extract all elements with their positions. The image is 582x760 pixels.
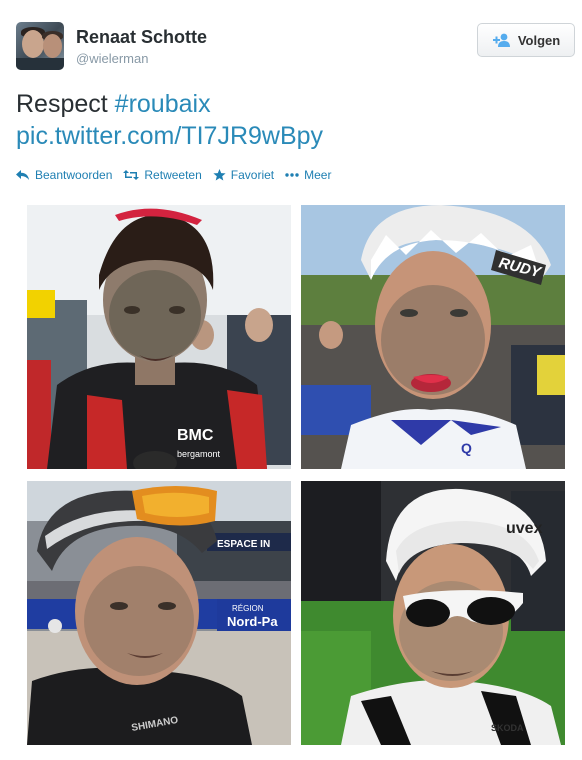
tweet-card: Renaat Schotte @wielerman Volgen Respect… bbox=[0, 0, 582, 760]
photo-2-jersey-text: Q bbox=[461, 440, 472, 456]
photo-1-jersey-text: BMC bbox=[177, 427, 214, 444]
add-person-icon bbox=[492, 33, 510, 47]
photo-4-helmet-text: uvex bbox=[506, 520, 543, 537]
photo-4-jersey-text: SKODA bbox=[491, 723, 524, 733]
user-avatar[interactable] bbox=[16, 22, 64, 70]
reply-icon bbox=[16, 170, 29, 180]
photo-1[interactable]: BMC bergamont bbox=[27, 205, 291, 469]
media-link[interactable]: pic.twitter.com/TI7JR9wBpy bbox=[16, 122, 323, 150]
retweet-label: Retweeten bbox=[144, 168, 202, 182]
follow-button[interactable]: Volgen bbox=[477, 23, 575, 57]
avatar-shirt bbox=[16, 58, 64, 70]
reply-label: Beantwoorden bbox=[35, 168, 113, 182]
photo-3-sign-text: ESPACE IN bbox=[217, 539, 270, 550]
photo-2-image: RUDY Q bbox=[301, 205, 565, 469]
photo-2[interactable]: RUDY Q bbox=[301, 205, 565, 469]
more-action[interactable]: Meer bbox=[285, 168, 331, 182]
follow-button-label: Volgen bbox=[517, 32, 561, 48]
avatar-face-left bbox=[22, 30, 44, 58]
photo-4-image: SKODA uvex bbox=[301, 481, 565, 745]
avatar-face-right bbox=[43, 34, 62, 58]
tweet-actions: Beantwoorden Retweeten Favoriet Meer bbox=[16, 166, 342, 184]
retweet-icon bbox=[123, 170, 140, 180]
tweet-text-body: Respect bbox=[16, 90, 108, 118]
retweet-action[interactable]: Retweeten bbox=[123, 168, 202, 182]
reply-action[interactable]: Beantwoorden bbox=[16, 168, 112, 182]
star-icon bbox=[213, 169, 226, 181]
hashtag-link[interactable]: #roubaix bbox=[115, 90, 211, 118]
more-label: Meer bbox=[304, 168, 332, 182]
tweet-text: Respect #roubaix pic.twitter.com/TI7JR9w… bbox=[16, 88, 556, 152]
user-fullname[interactable]: Renaat Schotte bbox=[76, 27, 207, 48]
photo-3-banner-region: RÉGION bbox=[232, 604, 264, 613]
photo-1-sponsor-text: bergamont bbox=[177, 449, 221, 459]
photo-1-image: BMC bergamont bbox=[27, 205, 291, 469]
user-handle[interactable]: @wielerman bbox=[76, 51, 148, 66]
photo-3-image: ESPACE IN RÉGION Nord-Pa SHIMANO bbox=[27, 481, 291, 745]
favorite-action[interactable]: Favoriet bbox=[213, 168, 274, 182]
favorite-label: Favoriet bbox=[230, 168, 275, 182]
photo-3-banner-name: Nord-Pa bbox=[227, 614, 278, 629]
photo-4[interactable]: SKODA uvex bbox=[301, 481, 565, 745]
more-icon bbox=[285, 173, 299, 177]
photo-3[interactable]: ESPACE IN RÉGION Nord-Pa SHIMANO bbox=[27, 481, 291, 745]
